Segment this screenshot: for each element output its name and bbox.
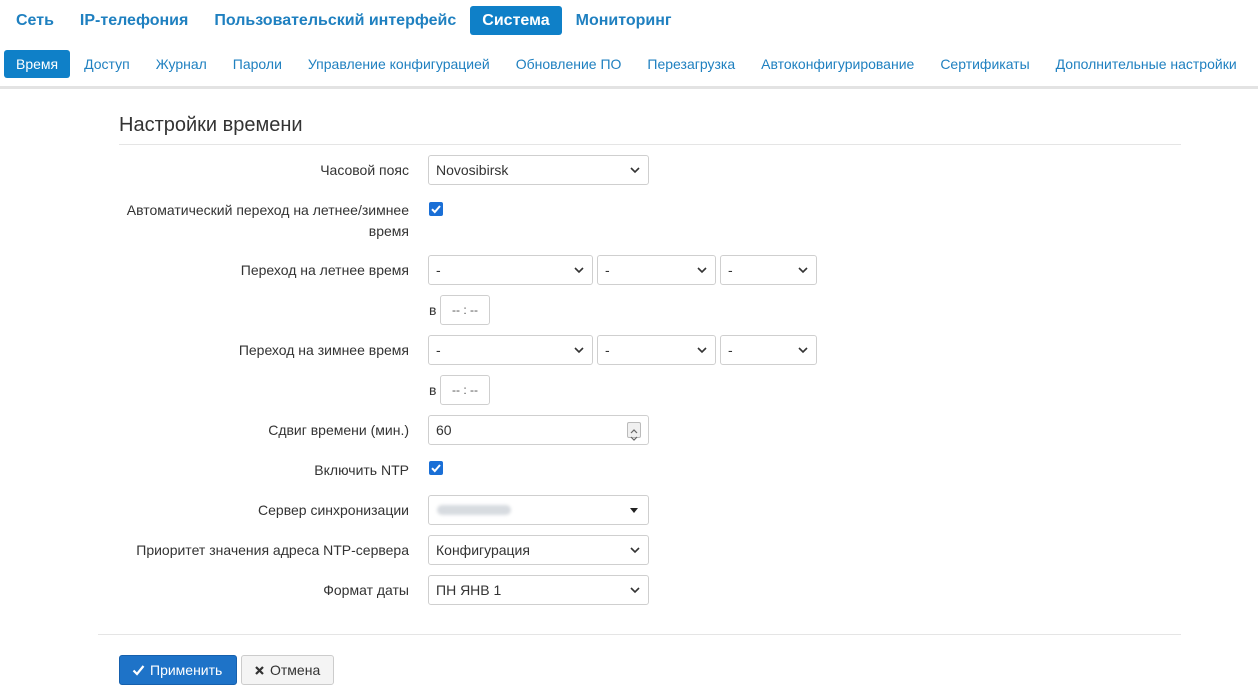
top-nav-ip-telephony[interactable]: IP-телефония [68, 6, 200, 35]
dst-start-time-input[interactable]: -- : -- [440, 295, 490, 325]
cancel-button-label: Отмена [270, 662, 321, 678]
dst-start-label: Переход на летнее время [240, 262, 409, 278]
tab-certificates[interactable]: Сертификаты [928, 50, 1041, 78]
dst-end-day-select[interactable]: - [720, 335, 817, 365]
auto-dst-checkbox[interactable] [429, 202, 443, 216]
dst-end-month-select[interactable]: - [428, 335, 593, 365]
ntp-priority-value: Конфигурация [436, 542, 530, 558]
apply-button-label: Применить [150, 662, 223, 678]
dst-start-week-select[interactable]: - [597, 255, 716, 285]
ntp-enable-label: Включить NTP [314, 462, 409, 478]
tab-reboot[interactable]: Перезагрузка [635, 50, 747, 78]
tab-advanced-settings[interactable]: Дополнительные настройки [1044, 50, 1249, 78]
timezone-select[interactable]: Novosibirsk [428, 155, 649, 185]
time-shift-input[interactable]: 60 [428, 415, 649, 445]
tab-autoprovisioning[interactable]: Автоконфигурирование [749, 50, 926, 78]
chevron-down-icon [798, 267, 808, 274]
chevron-down-icon [697, 347, 707, 354]
close-icon [255, 665, 264, 675]
spinner-icon[interactable] [627, 422, 641, 441]
check-icon [132, 665, 145, 676]
date-format-value: ПН ЯНВ 1 [436, 582, 502, 598]
chevron-down-icon [697, 267, 707, 274]
tab-passwords[interactable]: Пароли [221, 50, 294, 78]
timezone-value: Novosibirsk [436, 162, 509, 178]
title-divider [119, 144, 1181, 145]
ntp-server-label: Сервер синхронизации [258, 502, 409, 518]
top-nav-monitoring[interactable]: Мониторинг [564, 6, 684, 35]
top-nav-system[interactable]: Система [470, 6, 562, 35]
date-format-select[interactable]: ПН ЯНВ 1 [428, 575, 649, 605]
date-format-label: Формат даты [323, 582, 409, 598]
ntp-priority-label: Приоритет значения адреса NTP-сервера [136, 542, 409, 558]
dst-end-day-value: - [728, 342, 733, 358]
auto-dst-label-line1: Автоматический переход на летнее/зимнее [126, 202, 409, 218]
chevron-down-icon [798, 347, 808, 354]
top-nav-network[interactable]: Сеть [4, 6, 66, 35]
dst-end-time-input[interactable]: -- : -- [440, 375, 490, 405]
top-nav-user-interface[interactable]: Пользовательский интерфейс [202, 6, 468, 35]
dst-start-at-label: в [429, 302, 437, 318]
chevron-down-icon [630, 547, 640, 554]
dst-end-at-label: в [429, 382, 437, 398]
auto-dst-label: Автоматический переход на летнее/зимнее … [127, 200, 409, 242]
tab-firmware-update[interactable]: Обновление ПО [504, 50, 634, 78]
tab-log[interactable]: Журнал [144, 50, 219, 78]
dst-start-month-select[interactable]: - [428, 255, 593, 285]
caret-down-icon [630, 508, 638, 513]
dst-start-week-value: - [605, 262, 610, 278]
dst-end-label: Переход на зимнее время [238, 342, 409, 358]
dst-start-month-value: - [436, 262, 441, 278]
chevron-down-icon [630, 167, 640, 174]
top-nav: Сеть IP-телефония Пользовательский интер… [4, 6, 686, 36]
footer-divider [98, 634, 1181, 635]
dst-start-day-value: - [728, 262, 733, 278]
tab-time[interactable]: Время [4, 50, 71, 78]
dst-end-week-value: - [605, 342, 610, 358]
dst-start-day-select[interactable]: - [720, 255, 817, 285]
cancel-button[interactable]: Отмена [241, 655, 334, 685]
tab-config-management[interactable]: Управление конфигурацией [296, 50, 502, 78]
chevron-down-icon [630, 587, 640, 594]
sub-nav: Время Доступ Журнал Пароли Управление ко… [4, 50, 1251, 79]
sub-nav-divider [0, 86, 1258, 89]
redacted-value [437, 505, 511, 515]
spinner-arrows-icon [630, 429, 638, 441]
ntp-server-combobox[interactable] [428, 495, 649, 525]
page-title: Настройки времени [119, 114, 303, 136]
chevron-down-icon [574, 347, 584, 354]
tab-access[interactable]: Доступ [72, 50, 142, 78]
checkmark-icon [431, 464, 441, 473]
ntp-priority-select[interactable]: Конфигурация [428, 535, 649, 565]
chevron-down-icon [574, 267, 584, 274]
time-shift-value: 60 [436, 422, 452, 438]
dst-end-month-value: - [436, 342, 441, 358]
apply-button[interactable]: Применить [119, 655, 237, 685]
ntp-enable-checkbox[interactable] [429, 461, 443, 475]
checkmark-icon [431, 205, 441, 214]
timezone-label: Часовой пояс [320, 162, 409, 178]
dst-end-week-select[interactable]: - [597, 335, 716, 365]
time-shift-label: Сдвиг времени (мин.) [268, 422, 409, 438]
auto-dst-label-line2: время [368, 223, 409, 239]
